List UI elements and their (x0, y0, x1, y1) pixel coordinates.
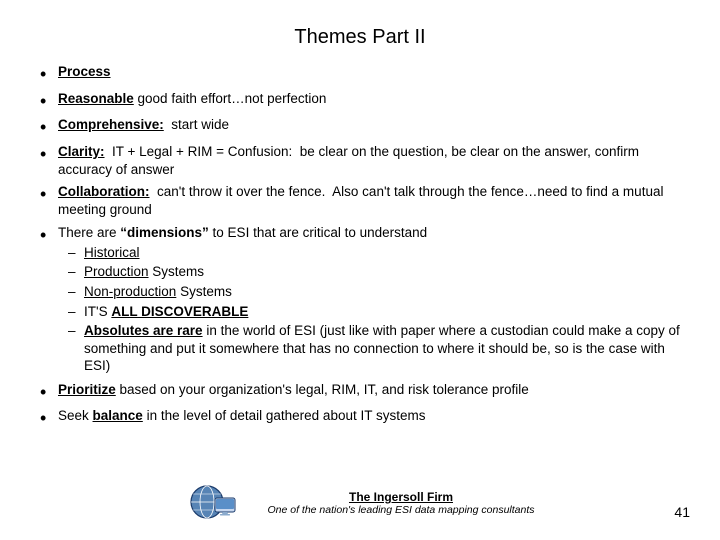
list-item: • Collaboration: can't throw it over the… (40, 183, 680, 219)
footer-logo-icon (185, 482, 237, 524)
bullet-dot: • (40, 184, 58, 206)
bullet-content: Prioritize based on your organization's … (58, 381, 680, 399)
sub-item-text: Historical (84, 244, 140, 262)
slide: Themes Part II • Process • Reasonable go… (0, 0, 720, 540)
bullet-dot: • (40, 144, 58, 166)
bullet-content: Seek balance in the level of detail gath… (58, 407, 680, 425)
bullet-content: Process (58, 63, 680, 81)
bullet-content: Collaboration: can't throw it over the f… (58, 183, 680, 219)
dash: – (68, 263, 84, 281)
footer-text: The Ingersoll Firm One of the nation's l… (267, 490, 534, 516)
bullet-list: • Process • Reasonable good faith effort… (40, 63, 680, 430)
sub-list-item: – Historical (68, 244, 680, 262)
dash: – (68, 322, 84, 340)
bullet-content: There are “dimensions” to ESI that are c… (58, 224, 680, 377)
footer-tagline: One of the nation's leading ESI data map… (267, 504, 534, 516)
list-item: • Comprehensive: start wide (40, 116, 680, 139)
bullet-content: Clarity: IT + Legal + RIM = Confusion: b… (58, 143, 680, 179)
list-item: • Seek balance in the level of detail ga… (40, 407, 680, 430)
bullet-content: Comprehensive: start wide (58, 116, 680, 134)
sub-list-item: – IT'S ALL DISCOVERABLE (68, 303, 680, 321)
bullet-dot: • (40, 382, 58, 404)
list-item: • Clarity: IT + Legal + RIM = Confusion:… (40, 143, 680, 179)
dash: – (68, 283, 84, 301)
sub-item-text: Non-production Systems (84, 283, 232, 301)
sub-item-text: Absolutes are rare in the world of ESI (… (84, 322, 680, 375)
bullet-dot: • (40, 408, 58, 430)
bullet-content: Reasonable good faith effort…not perfect… (58, 90, 680, 108)
slide-title: Themes Part II (40, 26, 680, 49)
dash: – (68, 303, 84, 321)
page-number: 41 (674, 504, 690, 520)
bullet-dot: • (40, 117, 58, 139)
list-item: • There are “dimensions” to ESI that are… (40, 224, 680, 377)
sub-list-item: – Production Systems (68, 263, 680, 281)
sub-list-item: – Non-production Systems (68, 283, 680, 301)
bullet-dot: • (40, 91, 58, 113)
list-item: • Prioritize based on your organization'… (40, 381, 680, 404)
sub-item-text: Production Systems (84, 263, 204, 281)
bullet-dot: • (40, 225, 58, 247)
footer: The Ingersoll Firm One of the nation's l… (0, 482, 720, 524)
sub-item-text: IT'S ALL DISCOVERABLE (84, 303, 248, 321)
sub-list-item: – Absolutes are rare in the world of ESI… (68, 322, 680, 375)
dash: – (68, 244, 84, 262)
bullet-dot: • (40, 64, 58, 86)
sub-list: – Historical – Production Systems – Non-… (68, 244, 680, 375)
footer-firm-name: The Ingersoll Firm (267, 490, 534, 504)
list-item: • Process (40, 63, 680, 86)
list-item: • Reasonable good faith effort…not perfe… (40, 90, 680, 113)
